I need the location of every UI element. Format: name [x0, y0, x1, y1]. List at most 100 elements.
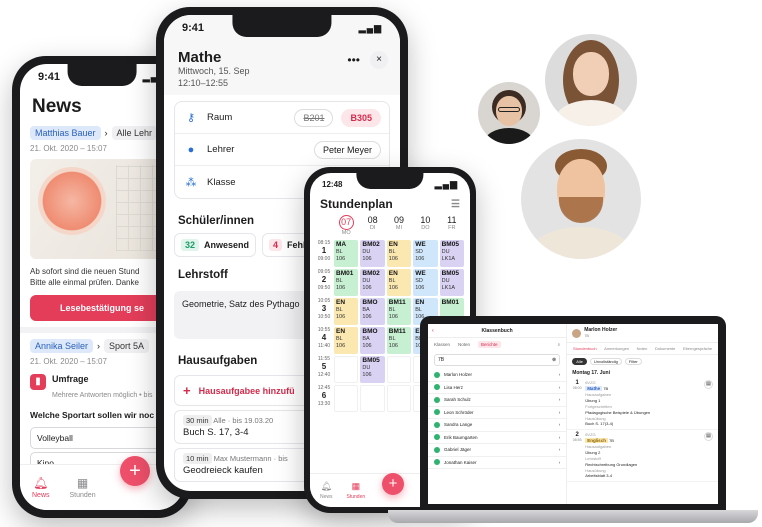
chevron-right-icon: › — [104, 128, 108, 138]
notch — [67, 64, 137, 86]
document-icon[interactable]: ▤ — [704, 380, 713, 389]
poll-subtitle: Mehrere Antworten möglich • bis — [52, 391, 153, 399]
homework-meta: Max Mustermann · bis — [213, 454, 288, 464]
lesson-cell[interactable]: BM05 DU 106 — [360, 356, 385, 383]
lesson-cell[interactable]: BM05 DU LK1A — [439, 269, 464, 296]
student-row[interactable]: Sarah Schulz › — [428, 394, 567, 407]
lesson-cell[interactable]: BM11 BL 106 — [386, 327, 412, 354]
tab-berichte[interactable]: Berichte — [478, 341, 501, 348]
day-column-header[interactable]: 11 FR — [440, 215, 464, 236]
day-column-header[interactable]: 09 MI — [387, 215, 411, 236]
chevron-right-icon: › — [558, 397, 561, 403]
student-row[interactable]: Erik Baumgarten › — [428, 432, 567, 444]
lesson-entry[interactable]: 1 08:00 6VZG Mathe 7B Hausaufgaben Übung 1 For… — [567, 378, 718, 431]
person-icon — [434, 396, 440, 403]
add-button[interactable]: + — [382, 473, 404, 495]
day-header: 07 MO 08 DI 09 MI 10 DO 11 FR — [310, 215, 470, 236]
filter-more[interactable]: Filter — [624, 358, 642, 365]
lesson-cell[interactable]: ENBL106 — [334, 327, 359, 354]
lesson-cell[interactable]: BMO BA 106 — [360, 327, 385, 354]
tab-news[interactable]: 🔔︎ News — [320, 481, 333, 500]
student-row[interactable]: Sandra Lange › — [428, 419, 567, 432]
detail-tab[interactable]: Noten — [637, 346, 648, 351]
confirm-read-button[interactable]: Lesebestätigung se — [30, 294, 174, 321]
present-chip[interactable]: 32 Anwesend — [174, 233, 257, 258]
student-row[interactable]: Leon Schröder › — [428, 407, 567, 419]
detail-tab[interactable]: Elterngespräche — [683, 346, 712, 351]
student-row[interactable]: Lisa Herz › — [428, 382, 567, 394]
lesson-cell[interactable]: BM01 BL 106 — [334, 269, 359, 296]
author-chip[interactable]: Matthias Bauer — [30, 126, 101, 140]
chevron-right-icon: › — [558, 422, 561, 428]
old-room: B201 — [294, 108, 334, 127]
target-chip[interactable]: Alle Lehr — [111, 126, 158, 140]
lesson-cell[interactable]: BMO BA 106 — [360, 298, 385, 325]
poll-option[interactable]: Volleyball — [30, 426, 174, 449]
close-button[interactable]: × — [370, 51, 388, 69]
clear-icon[interactable]: ⊗ — [552, 357, 556, 363]
day-number: 09 — [393, 215, 404, 225]
new-room[interactable]: B305 — [341, 108, 381, 127]
day-column-header[interactable]: 08 DI — [360, 215, 384, 236]
person-icon — [434, 459, 440, 466]
add-button[interactable]: + — [120, 456, 150, 486]
signal-icon: ▂▄▆ — [358, 22, 382, 33]
filter-incomplete[interactable]: Unvollständig — [589, 358, 622, 365]
day-name: DI — [369, 225, 376, 231]
person-icon — [434, 371, 440, 378]
calendar-icon: ▦ — [76, 476, 89, 490]
more-icon[interactable]: ••• — [347, 53, 360, 67]
lesson-cell[interactable]: BM02 DU 106 — [360, 240, 385, 267]
lesson-cell[interactable]: ENBL106 — [386, 269, 412, 296]
lesson-cell — [386, 385, 412, 412]
filter-all[interactable]: Alle — [572, 358, 587, 365]
homework-meta: Alle · bis 19.03.20 — [213, 416, 274, 426]
tab-label: News — [32, 492, 50, 499]
tab-news[interactable]: 🔔︎ News — [32, 476, 50, 499]
student-row[interactable]: Gabriel Jäger › — [428, 444, 567, 457]
lesson-cell[interactable]: ENBL106 — [386, 240, 412, 267]
day-column-header[interactable]: 07 MO — [334, 215, 358, 236]
detail-tab[interactable]: Stundenbuch — [573, 346, 597, 351]
tab-stunden[interactable]: ▦ Stunden — [70, 476, 96, 499]
day-number: 10 — [420, 215, 431, 225]
lesson-cell[interactable]: BM11 BL 106 — [386, 298, 412, 325]
tab-noten[interactable]: Noten — [458, 342, 470, 347]
detail-tab[interactable]: Anmerkungen — [604, 346, 629, 351]
document-icon[interactable]: ▤ — [704, 432, 713, 442]
teacher-row[interactable]: ● Lehrer Peter Meyer — [175, 134, 389, 167]
chevron-right-icon: › — [97, 340, 101, 351]
student-row[interactable]: Marlon Holzer › — [428, 369, 567, 382]
day-name: MI — [395, 225, 403, 231]
detail-tab[interactable]: Dokumente — [655, 346, 675, 351]
lesson-cell[interactable]: MA BL 106 — [334, 240, 359, 267]
tab-stunden[interactable]: ▦ Stunden — [347, 481, 366, 500]
teacher-value[interactable]: Peter Meyer — [313, 140, 381, 159]
target-chip[interactable]: Sport 5A — [104, 338, 150, 353]
lesson-cell[interactable]: WE SD 106 — [413, 269, 438, 296]
day-column-header[interactable]: 10 DO — [413, 215, 437, 236]
back-button[interactable]: ‹ — [432, 328, 434, 334]
lesson-cell[interactable]: BM05 DU LK1A — [439, 240, 464, 267]
lesson-time: 12:10–12:55 — [178, 77, 229, 88]
lesson-cell[interactable]: WE SD 106 — [413, 240, 438, 267]
lesson-cell[interactable]: BM02 DU 106 — [360, 269, 385, 296]
student-row[interactable]: Jonathan Kaiser › — [428, 457, 567, 469]
post-image — [30, 159, 174, 259]
author-chip[interactable]: Annika Seiler — [30, 338, 94, 353]
day-number: 11 — [447, 215, 457, 225]
tab-klassen[interactable]: Klassen — [434, 342, 450, 347]
lesson-cell[interactable]: ENBL106 — [334, 298, 359, 325]
lesson-cell — [386, 356, 412, 383]
room-row[interactable]: ⚷ Raum B201 B305 — [175, 102, 389, 135]
lesson-entry[interactable]: 2 08:55 6VZG Englisch 7B Hausaufgaben Übung 2… — [567, 430, 718, 483]
search-icon[interactable]: ⌕ — [558, 342, 561, 347]
teacher-label: Lehrer — [207, 144, 235, 156]
lesson-cell — [334, 385, 359, 412]
person-icon — [434, 446, 440, 453]
menu-icon[interactable]: ☰ — [451, 199, 460, 210]
search-input[interactable]: 7B ⊗ — [434, 354, 561, 366]
day-name: DO — [421, 225, 430, 231]
avatar-woman-glasses — [478, 82, 540, 144]
post-text-line: Ab sofort sind die neuen Stund — [30, 267, 140, 276]
